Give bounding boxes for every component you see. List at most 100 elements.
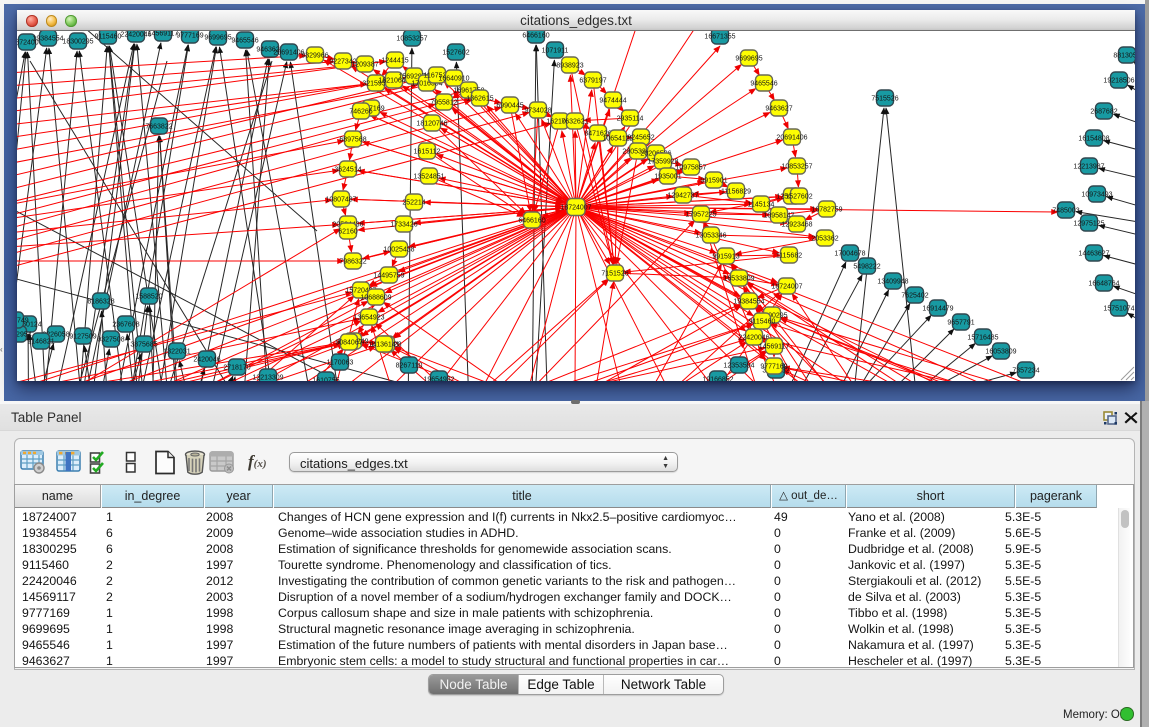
- svg-text:14569117: 14569117: [148, 31, 179, 37]
- svg-text:13524851: 13524851: [413, 173, 444, 180]
- svg-text:16053809: 16053809: [985, 348, 1016, 355]
- svg-text:13409948: 13409948: [877, 278, 908, 285]
- svg-text:19218506: 19218506: [1103, 77, 1134, 84]
- svg-text:12353594: 12353594: [723, 362, 754, 369]
- svg-text:1322031: 1322031: [163, 348, 190, 355]
- svg-text:19384554: 19384554: [733, 298, 764, 305]
- svg-text:1527602: 1527602: [442, 49, 469, 56]
- svg-text:8267110: 8267110: [396, 362, 423, 369]
- svg-text:9777169: 9777169: [176, 32, 203, 39]
- svg-text:18724007: 18724007: [560, 205, 591, 212]
- svg-text:1362615: 1362615: [466, 95, 493, 102]
- svg-text:14495759: 14495759: [373, 272, 404, 279]
- svg-text:19166852: 19166852: [702, 376, 733, 381]
- svg-text:17359928: 17359928: [647, 158, 678, 165]
- svg-text:252214: 252214: [402, 199, 425, 206]
- svg-text:8454749: 8454749: [17, 317, 29, 324]
- svg-text:9146821: 9146821: [27, 338, 54, 345]
- svg-text:19384554: 19384554: [32, 35, 63, 42]
- svg-text:1145134: 1145134: [748, 201, 775, 208]
- svg-text:6466160: 6466160: [518, 217, 545, 224]
- svg-text:9915913: 9915913: [712, 253, 739, 260]
- svg-text:3875685: 3875685: [130, 341, 157, 348]
- svg-text:9465546: 9465546: [231, 37, 258, 44]
- svg-text:7632621: 7632621: [561, 118, 588, 125]
- svg-text:2053362: 2053362: [811, 235, 838, 242]
- svg-text:9115460: 9115460: [95, 33, 122, 40]
- svg-text:10688609: 10688609: [360, 294, 391, 301]
- svg-text:16154808: 16154808: [1078, 135, 1109, 142]
- svg-text:18120746: 18120746: [416, 120, 447, 127]
- svg-text:2687682: 2687682: [1090, 108, 1117, 115]
- svg-text:10025438: 10025438: [383, 246, 414, 253]
- svg-text:1935001: 1935001: [654, 173, 681, 180]
- svg-text:9329966: 9329966: [301, 52, 328, 59]
- svg-text:7955812: 7955812: [430, 99, 457, 106]
- svg-text:15716485: 15716485: [967, 334, 998, 341]
- svg-text:17004678: 17004678: [834, 250, 865, 257]
- svg-text:10975857: 10975857: [675, 164, 706, 171]
- svg-text:6379197: 6379197: [579, 77, 606, 84]
- svg-text:9245652: 9245652: [627, 134, 654, 141]
- svg-text:2718170: 2718170: [223, 364, 250, 371]
- svg-text:2935114: 2935114: [617, 115, 644, 122]
- svg-text:7625402: 7625402: [901, 292, 928, 299]
- svg-text:3912954: 3912954: [17, 331, 32, 338]
- svg-text:1610755: 1610755: [312, 377, 339, 381]
- svg-text:13654923: 13654923: [353, 314, 384, 321]
- svg-text:11156829: 11156829: [721, 188, 751, 195]
- svg-text:16671355: 16671355: [704, 33, 735, 40]
- svg-text:10973493: 10973493: [1081, 191, 1112, 198]
- svg-text:1733426: 1733426: [390, 221, 417, 228]
- svg-text:5498222: 5498222: [853, 263, 880, 270]
- svg-text:1527602: 1527602: [785, 193, 812, 200]
- svg-text:12942737: 12942737: [667, 192, 698, 199]
- svg-text:22420046: 22420046: [738, 334, 769, 341]
- svg-text:6897568: 6897568: [339, 136, 366, 143]
- svg-text:12213987: 12213987: [1073, 163, 1104, 170]
- svg-text:9657791: 9657791: [947, 319, 974, 326]
- svg-text:9115460: 9115460: [749, 318, 776, 325]
- svg-text:6990445: 6990445: [496, 102, 523, 109]
- svg-text:7986322: 7986322: [339, 258, 366, 265]
- svg-text:7663822: 7663822: [145, 123, 172, 130]
- svg-text:20691406: 20691406: [776, 134, 807, 141]
- svg-text:18300295: 18300295: [62, 38, 93, 45]
- svg-text:62160: 62160: [338, 228, 358, 235]
- svg-text:16914479: 16914479: [922, 305, 953, 312]
- svg-text:9084067: 9084067: [335, 339, 362, 346]
- svg-text:14136141: 14136141: [368, 341, 399, 348]
- svg-text:19654932: 19654932: [423, 376, 454, 381]
- svg-text:1071911: 1071911: [542, 47, 569, 54]
- svg-text:16533809: 16533809: [723, 275, 754, 282]
- svg-text:7485003: 7485003: [1052, 207, 1079, 214]
- svg-text:14463627: 14463627: [1078, 250, 1109, 257]
- svg-text:1170063: 1170063: [327, 359, 354, 366]
- svg-text:9474444: 9474444: [599, 97, 626, 104]
- svg-text:9699695: 9699695: [204, 34, 231, 41]
- svg-text:746266: 746266: [349, 108, 372, 115]
- svg-text:20691406: 20691406: [273, 49, 304, 56]
- svg-text:9327508: 9327508: [97, 336, 124, 343]
- svg-text:9734028: 9734028: [524, 107, 551, 114]
- svg-text:16648764: 16648764: [1088, 280, 1119, 287]
- svg-text:10807487: 10807487: [325, 196, 356, 203]
- svg-text:12213309: 12213309: [252, 374, 283, 381]
- svg-text:2367608: 2367608: [112, 321, 139, 328]
- svg-text:7357234: 7357234: [1012, 367, 1039, 374]
- svg-text:8813054: 8813054: [1113, 52, 1135, 59]
- svg-text:7151526: 7151526: [601, 270, 628, 277]
- svg-text:2420046: 2420046: [193, 356, 220, 363]
- svg-text:16782759: 16782759: [811, 206, 842, 213]
- svg-text:9465546: 9465546: [750, 80, 777, 87]
- svg-text:18724007: 18724007: [771, 283, 802, 290]
- svg-text:1209387: 1209387: [351, 61, 378, 68]
- svg-text:14569117: 14569117: [759, 343, 790, 350]
- svg-text:9463627: 9463627: [765, 105, 792, 112]
- svg-text:8938923: 8938923: [556, 62, 583, 69]
- svg-text:1115682: 1115682: [776, 252, 802, 259]
- svg-text:12975125: 12975125: [1073, 220, 1104, 227]
- svg-text:1615112: 1615112: [414, 148, 441, 155]
- svg-text:12923468: 12923468: [781, 221, 812, 228]
- svg-text:6466160: 6466160: [522, 32, 549, 39]
